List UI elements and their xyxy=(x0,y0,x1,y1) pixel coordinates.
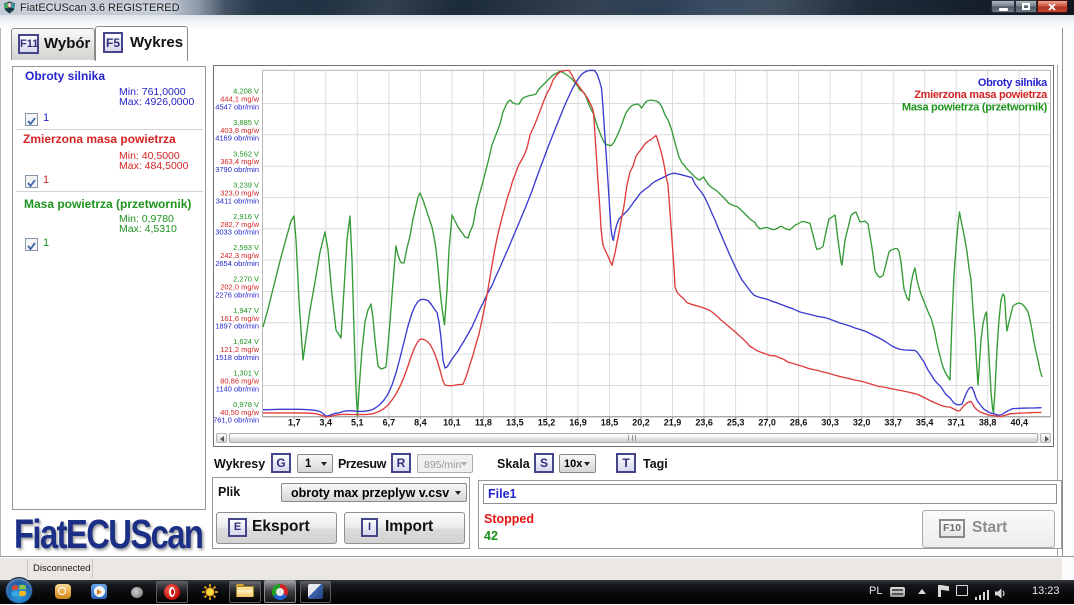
svg-text:18,5: 18,5 xyxy=(601,418,619,428)
svg-text:11,8: 11,8 xyxy=(475,418,492,428)
svg-text:16,9: 16,9 xyxy=(569,418,587,428)
svg-text:Obroty silnika: Obroty silnika xyxy=(978,77,1048,89)
svg-text:761,0 obr/min: 761,0 obr/min xyxy=(213,416,259,425)
svg-text:28,6: 28,6 xyxy=(790,418,808,428)
svg-text:3790 obr/min: 3790 obr/min xyxy=(215,165,259,174)
svg-text:3,4: 3,4 xyxy=(320,418,333,428)
svg-text:8,4: 8,4 xyxy=(414,418,427,428)
svg-text:33,7: 33,7 xyxy=(884,418,902,428)
svg-text:37,1: 37,1 xyxy=(947,418,965,428)
svg-text:20,2: 20,2 xyxy=(632,418,650,428)
svg-text:25,3: 25,3 xyxy=(727,418,745,428)
svg-text:27,0: 27,0 xyxy=(758,418,776,428)
svg-text:35,4: 35,4 xyxy=(916,418,934,428)
svg-text:3033 obr/min: 3033 obr/min xyxy=(215,228,259,237)
svg-text:2654 obr/min: 2654 obr/min xyxy=(215,259,259,268)
svg-text:Zmierzona masa powietrza: Zmierzona masa powietrza xyxy=(914,89,1048,101)
svg-text:30,3: 30,3 xyxy=(821,418,839,428)
svg-text:32,0: 32,0 xyxy=(853,418,871,428)
svg-text:4547 obr/min: 4547 obr/min xyxy=(215,102,259,111)
svg-text:15,2: 15,2 xyxy=(538,418,556,428)
svg-text:40,4: 40,4 xyxy=(1011,418,1029,428)
svg-text:Masa powietrza (przetwornik): Masa powietrza (przetwornik) xyxy=(902,101,1048,113)
svg-text:5,1: 5,1 xyxy=(351,418,364,428)
svg-text:6,7: 6,7 xyxy=(383,418,396,428)
svg-text:1518 obr/min: 1518 obr/min xyxy=(215,353,259,362)
svg-text:1,7: 1,7 xyxy=(288,418,301,428)
svg-text:3411 obr/min: 3411 obr/min xyxy=(216,196,259,205)
svg-text:21,9: 21,9 xyxy=(664,418,682,428)
svg-text:4169 obr/min: 4169 obr/min xyxy=(215,134,259,143)
svg-text:23,6: 23,6 xyxy=(695,418,713,428)
svg-text:1897 obr/min: 1897 obr/min xyxy=(215,322,259,331)
svg-text:38,8: 38,8 xyxy=(979,418,997,428)
svg-text:2276 obr/min: 2276 obr/min xyxy=(215,290,259,299)
svg-text:10,1: 10,1 xyxy=(443,418,461,428)
svg-text:13,5: 13,5 xyxy=(506,418,524,428)
svg-text:1140 obr/min: 1140 obr/min xyxy=(216,384,259,393)
